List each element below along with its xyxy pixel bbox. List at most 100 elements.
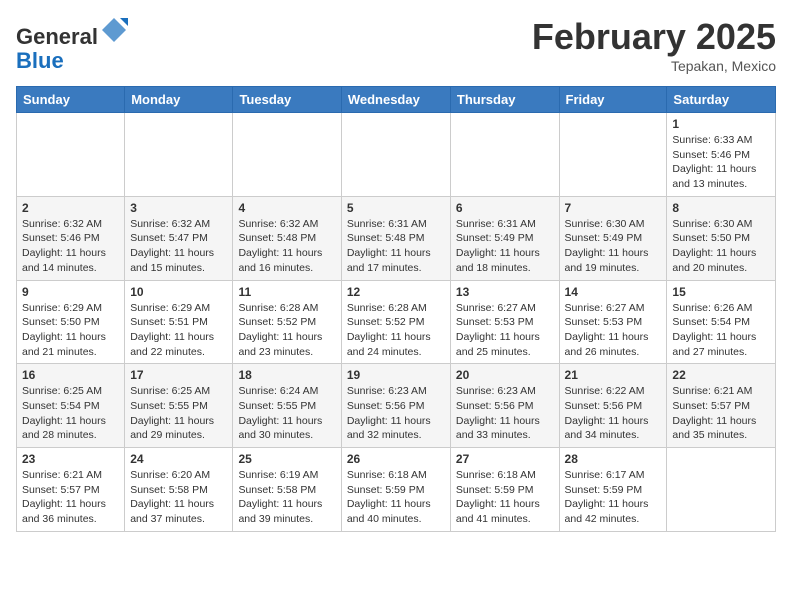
day-info: Sunrise: 6:18 AM Sunset: 5:59 PM Dayligh… <box>456 469 540 525</box>
day-info: Sunrise: 6:31 AM Sunset: 5:49 PM Dayligh… <box>456 218 540 274</box>
calendar-cell: 9Sunrise: 6:29 AM Sunset: 5:50 PM Daylig… <box>17 280 125 364</box>
calendar-cell: 18Sunrise: 6:24 AM Sunset: 5:55 PM Dayli… <box>233 364 341 448</box>
calendar-cell: 22 Sunrise: 6:21 AM Sunset: 5:57 PM Dayli… <box>667 364 776 448</box>
weekday-header: Thursday <box>450 87 559 113</box>
weekday-header: Saturday <box>667 87 776 113</box>
weekday-header: Tuesday <box>233 87 341 113</box>
day-info: Sunrise: 6:25 AM Sunset: 5:54 PM Dayligh… <box>22 385 106 441</box>
calendar-week-row: 2 Sunrise: 6:32 AM Sunset: 5:46 PM Daylig… <box>17 196 776 280</box>
day-info: Sunrise: 6:28 AM Sunset: 5:52 PM Dayligh… <box>238 302 322 358</box>
calendar-cell <box>450 113 559 197</box>
logo: General Blue <box>16 16 128 73</box>
day-info: Sunrise: 6:32 AM Sunset: 5:48 PM Dayligh… <box>238 218 322 274</box>
calendar-week-row: 1 Sunrise: 6:33 AM Sunset: 5:46 PM Daylig… <box>17 113 776 197</box>
calendar-cell: 4 Sunrise: 6:32 AM Sunset: 5:48 PM Daylig… <box>233 196 341 280</box>
calendar-cell: 13 Sunrise: 6:27 AM Sunset: 5:53 PM Dayli… <box>450 280 559 364</box>
day-number: 3 <box>130 201 227 215</box>
calendar-cell: 16Sunrise: 6:25 AM Sunset: 5:54 PM Dayli… <box>17 364 125 448</box>
day-number: 24 <box>130 452 227 466</box>
day-info: Sunrise: 6:30 AM Sunset: 5:49 PM Dayligh… <box>565 218 649 274</box>
calendar-week-row: 16Sunrise: 6:25 AM Sunset: 5:54 PM Dayli… <box>17 364 776 448</box>
day-number: 27 <box>456 452 554 466</box>
calendar-cell: 1 Sunrise: 6:33 AM Sunset: 5:46 PM Daylig… <box>667 113 776 197</box>
weekday-header: Friday <box>559 87 667 113</box>
day-info: Sunrise: 6:30 AM Sunset: 5:50 PM Dayligh… <box>672 218 756 274</box>
calendar-cell: 26 Sunrise: 6:18 AM Sunset: 5:59 PM Dayli… <box>341 448 450 532</box>
day-info: Sunrise: 6:29 AM Sunset: 5:50 PM Dayligh… <box>22 302 106 358</box>
day-number: 28 <box>565 452 662 466</box>
day-number: 2 <box>22 201 119 215</box>
calendar-cell: 19 Sunrise: 6:23 AM Sunset: 5:56 PM Dayli… <box>341 364 450 448</box>
calendar-week-row: 9Sunrise: 6:29 AM Sunset: 5:50 PM Daylig… <box>17 280 776 364</box>
day-info: Sunrise: 6:29 AM Sunset: 5:51 PM Dayligh… <box>130 302 214 358</box>
day-info: Sunrise: 6:23 AM Sunset: 5:56 PM Dayligh… <box>456 385 540 441</box>
calendar-cell: 25 Sunrise: 6:19 AM Sunset: 5:58 PM Dayli… <box>233 448 341 532</box>
calendar-cell: 23 Sunrise: 6:21 AM Sunset: 5:57 PM Dayli… <box>17 448 125 532</box>
day-number: 23 <box>22 452 119 466</box>
calendar-cell: 20 Sunrise: 6:23 AM Sunset: 5:56 PM Dayli… <box>450 364 559 448</box>
day-number: 26 <box>347 452 445 466</box>
day-number: 4 <box>238 201 335 215</box>
day-number: 22 <box>672 368 770 382</box>
calendar-cell <box>233 113 341 197</box>
calendar-cell: 28 Sunrise: 6:17 AM Sunset: 5:59 PM Dayli… <box>559 448 667 532</box>
weekday-header: Wednesday <box>341 87 450 113</box>
calendar-cell: 27 Sunrise: 6:18 AM Sunset: 5:59 PM Dayli… <box>450 448 559 532</box>
day-number: 14 <box>565 285 662 299</box>
calendar-cell: 12 Sunrise: 6:28 AM Sunset: 5:52 PM Dayli… <box>341 280 450 364</box>
day-number: 7 <box>565 201 662 215</box>
day-number: 18 <box>238 368 335 382</box>
day-info: Sunrise: 6:28 AM Sunset: 5:52 PM Dayligh… <box>347 302 431 358</box>
day-info: Sunrise: 6:21 AM Sunset: 5:57 PM Dayligh… <box>22 469 106 525</box>
day-info: Sunrise: 6:32 AM Sunset: 5:47 PM Dayligh… <box>130 218 214 274</box>
month-title: February 2025 <box>532 16 776 58</box>
day-number: 6 <box>456 201 554 215</box>
day-info: Sunrise: 6:27 AM Sunset: 5:53 PM Dayligh… <box>565 302 649 358</box>
calendar-cell <box>667 448 776 532</box>
calendar-cell <box>341 113 450 197</box>
day-info: Sunrise: 6:27 AM Sunset: 5:53 PM Dayligh… <box>456 302 540 358</box>
day-info: Sunrise: 6:18 AM Sunset: 5:59 PM Dayligh… <box>347 469 431 525</box>
day-number: 5 <box>347 201 445 215</box>
day-info: Sunrise: 6:19 AM Sunset: 5:58 PM Dayligh… <box>238 469 322 525</box>
title-block: February 2025 Tepakan, Mexico <box>532 16 776 74</box>
weekday-header: Sunday <box>17 87 125 113</box>
weekday-header: Monday <box>125 87 233 113</box>
day-number: 17 <box>130 368 227 382</box>
calendar-cell: 14 Sunrise: 6:27 AM Sunset: 5:53 PM Dayli… <box>559 280 667 364</box>
calendar-cell: 6 Sunrise: 6:31 AM Sunset: 5:49 PM Daylig… <box>450 196 559 280</box>
day-info: Sunrise: 6:32 AM Sunset: 5:46 PM Dayligh… <box>22 218 106 274</box>
day-number: 12 <box>347 285 445 299</box>
calendar-table: SundayMondayTuesdayWednesdayThursdayFrid… <box>16 86 776 532</box>
calendar-cell <box>17 113 125 197</box>
day-info: Sunrise: 6:21 AM Sunset: 5:57 PM Dayligh… <box>672 385 756 441</box>
day-info: Sunrise: 6:22 AM Sunset: 5:56 PM Dayligh… <box>565 385 649 441</box>
page-header: General Blue February 2025 Tepakan, Mexi… <box>16 16 776 74</box>
day-number: 25 <box>238 452 335 466</box>
day-number: 20 <box>456 368 554 382</box>
day-number: 13 <box>456 285 554 299</box>
day-number: 19 <box>347 368 445 382</box>
day-info: Sunrise: 6:25 AM Sunset: 5:55 PM Dayligh… <box>130 385 214 441</box>
calendar-cell: 7 Sunrise: 6:30 AM Sunset: 5:49 PM Daylig… <box>559 196 667 280</box>
calendar-cell <box>559 113 667 197</box>
day-info: Sunrise: 6:17 AM Sunset: 5:59 PM Dayligh… <box>565 469 649 525</box>
logo-general: General <box>16 24 98 49</box>
day-number: 21 <box>565 368 662 382</box>
day-info: Sunrise: 6:20 AM Sunset: 5:58 PM Dayligh… <box>130 469 214 525</box>
day-number: 8 <box>672 201 770 215</box>
logo-blue: Blue <box>16 48 64 73</box>
calendar-header-row: SundayMondayTuesdayWednesdayThursdayFrid… <box>17 87 776 113</box>
day-info: Sunrise: 6:23 AM Sunset: 5:56 PM Dayligh… <box>347 385 431 441</box>
day-number: 10 <box>130 285 227 299</box>
calendar-cell: 11Sunrise: 6:28 AM Sunset: 5:52 PM Dayli… <box>233 280 341 364</box>
calendar-cell: 2 Sunrise: 6:32 AM Sunset: 5:46 PM Daylig… <box>17 196 125 280</box>
calendar-cell: 5Sunrise: 6:31 AM Sunset: 5:48 PM Daylig… <box>341 196 450 280</box>
calendar-cell: 24 Sunrise: 6:20 AM Sunset: 5:58 PM Dayli… <box>125 448 233 532</box>
calendar-cell: 8 Sunrise: 6:30 AM Sunset: 5:50 PM Daylig… <box>667 196 776 280</box>
day-info: Sunrise: 6:33 AM Sunset: 5:46 PM Dayligh… <box>672 134 756 190</box>
calendar-cell: 15Sunrise: 6:26 AM Sunset: 5:54 PM Dayli… <box>667 280 776 364</box>
calendar-cell: 3 Sunrise: 6:32 AM Sunset: 5:47 PM Daylig… <box>125 196 233 280</box>
logo-icon <box>100 16 128 44</box>
day-number: 1 <box>672 117 770 131</box>
